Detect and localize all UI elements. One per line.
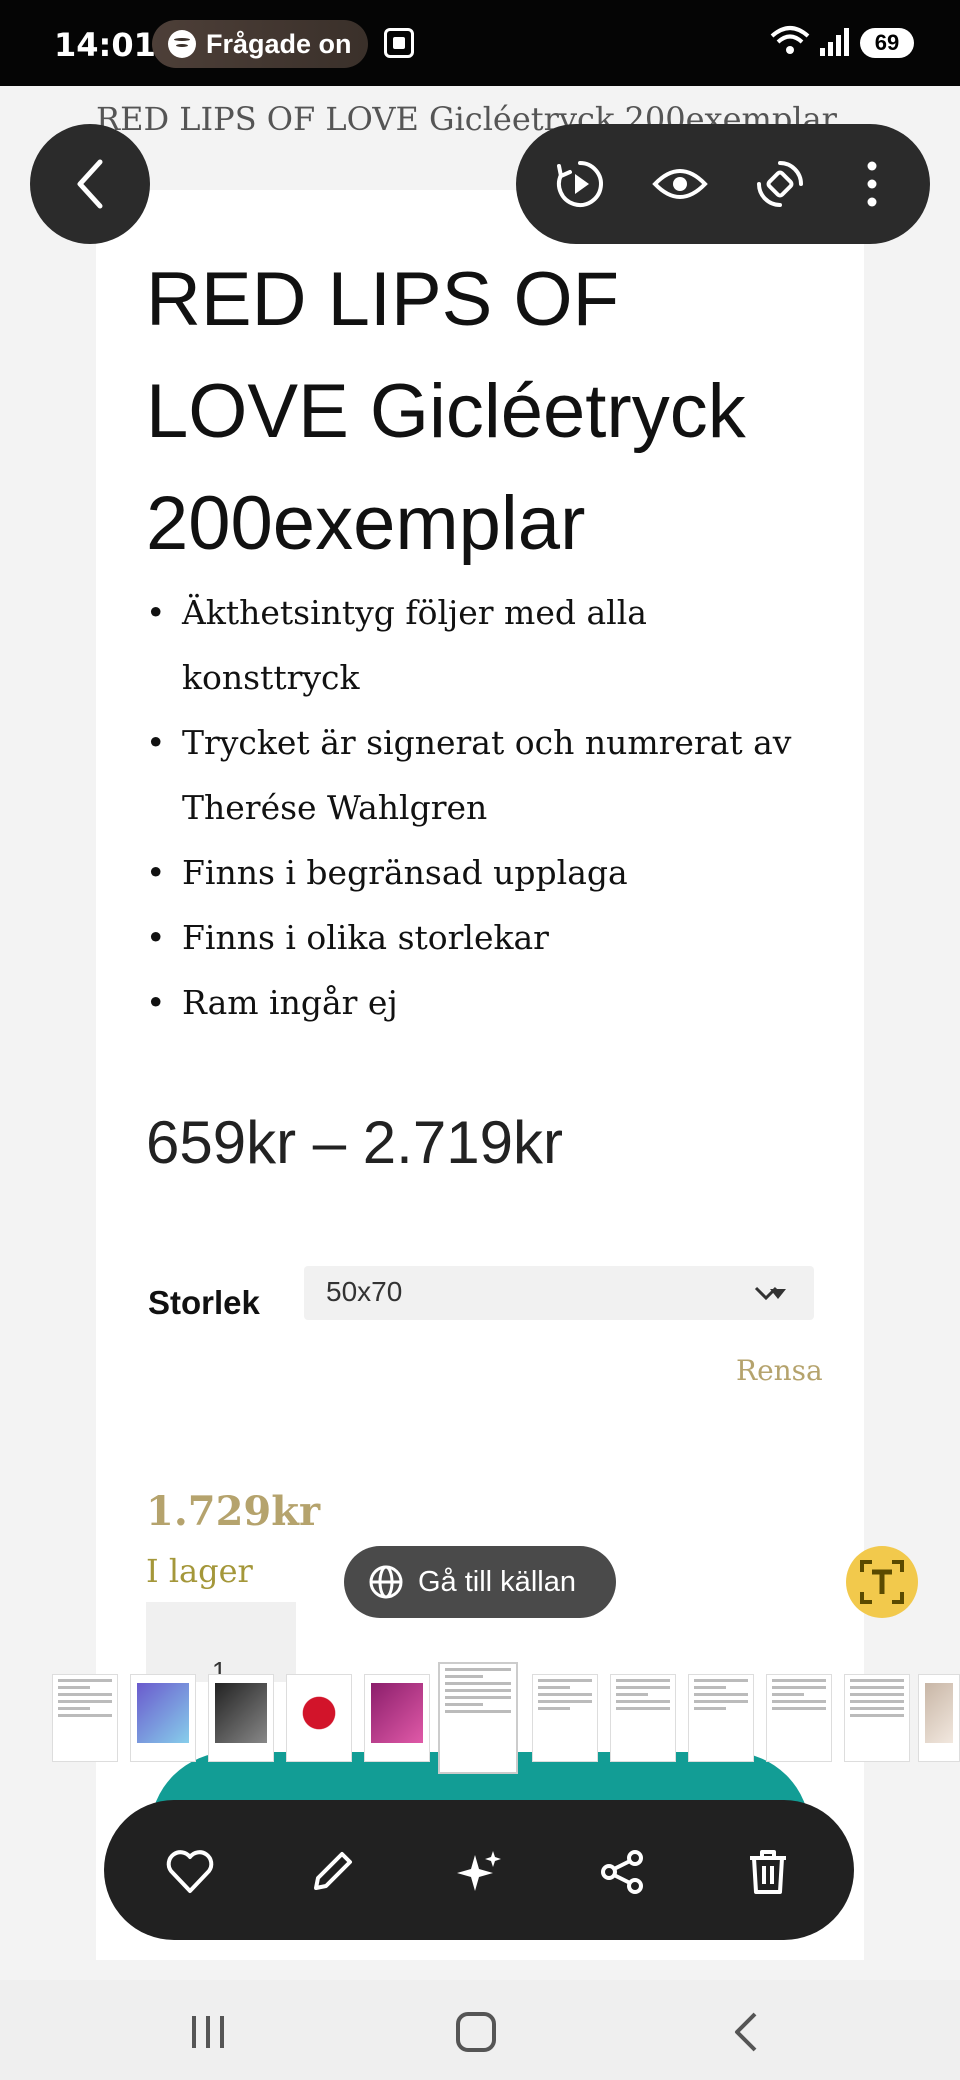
auto-rotate-icon xyxy=(757,161,803,207)
sparkle-icon xyxy=(457,1851,501,1891)
motion-photo-button[interactable] xyxy=(552,156,608,212)
text-extract-icon xyxy=(860,1560,904,1604)
size-select[interactable]: 50x70 xyxy=(304,1266,814,1320)
thumbnail-active[interactable] xyxy=(438,1662,518,1774)
feature-list: Äkthetsintyg följer med alla konsttryck … xyxy=(146,580,826,1035)
chevron-down-icon xyxy=(754,1286,786,1301)
pencil-icon xyxy=(314,1852,352,1890)
feature-item: Ram ingår ej xyxy=(146,970,826,1035)
back-button[interactable] xyxy=(30,124,150,244)
wifi-icon xyxy=(770,26,810,54)
view-button[interactable] xyxy=(652,156,708,212)
back-nav-button[interactable] xyxy=(716,2010,776,2054)
recent-apps-button[interactable] xyxy=(178,2010,238,2054)
heart-icon xyxy=(166,1850,214,1893)
price-range: 659kr – 2.719kr xyxy=(146,1109,563,1176)
thumbnail[interactable] xyxy=(208,1674,274,1762)
status-bar: 14:01 Frågade on 69 xyxy=(0,0,960,86)
home-icon xyxy=(456,2012,496,2052)
home-button[interactable] xyxy=(446,2010,506,2054)
spotify-notification-pill[interactable]: Frågade on xyxy=(152,20,368,68)
ai-edit-button[interactable] xyxy=(452,1844,508,1900)
viewer-actions xyxy=(516,124,930,244)
thumbnail[interactable] xyxy=(364,1674,430,1762)
go-to-source-label: Gå till källan xyxy=(418,1565,576,1598)
share-button[interactable] xyxy=(594,1844,650,1900)
feature-item: Finns i olika storlekar xyxy=(146,905,826,970)
size-label: Storlek xyxy=(148,1284,260,1321)
text-extract-button[interactable] xyxy=(846,1546,918,1618)
auto-rotate-button[interactable] xyxy=(752,156,808,212)
go-to-source-button[interactable]: Gå till källan xyxy=(344,1546,616,1618)
eye-icon xyxy=(652,169,708,199)
clear-selection-link[interactable]: Rensa xyxy=(736,1354,823,1387)
delete-button[interactable] xyxy=(740,1844,796,1900)
trash-icon xyxy=(750,1850,786,1894)
thumbnail[interactable] xyxy=(532,1674,598,1762)
thumbnail[interactable] xyxy=(52,1674,118,1762)
thumbnail[interactable] xyxy=(844,1674,910,1762)
screenshot-icon xyxy=(384,28,414,58)
thumbnail[interactable] xyxy=(918,1674,960,1762)
recent-apps-icon xyxy=(192,2016,224,2048)
feature-item: Finns i begränsad upplaga xyxy=(146,840,826,905)
thumbnail-strip xyxy=(0,1662,960,1774)
thumbnail[interactable] xyxy=(688,1674,754,1762)
back-arrow-icon xyxy=(735,2012,757,2052)
more-vert-icon xyxy=(867,161,877,207)
notification-text: Frågade on xyxy=(206,28,352,59)
thumbnail[interactable] xyxy=(766,1674,832,1762)
spotify-icon xyxy=(168,30,196,58)
thumbnail[interactable] xyxy=(610,1674,676,1762)
more-options-button[interactable] xyxy=(844,156,900,212)
stock-status: I lager xyxy=(146,1552,253,1590)
size-select-value: 50x70 xyxy=(326,1276,403,1307)
share-icon xyxy=(601,1850,643,1894)
signal-icon xyxy=(820,28,849,56)
thumbnail[interactable] xyxy=(286,1674,352,1762)
status-time: 14:01 xyxy=(54,26,156,64)
feature-item: Trycket är signerat och numrerat av Ther… xyxy=(146,710,826,840)
selected-price: 1.729kr xyxy=(146,1488,321,1535)
navigation-bar xyxy=(0,1980,960,2080)
edit-button[interactable] xyxy=(304,1844,360,1900)
chevron-left-icon xyxy=(77,159,103,209)
feature-item: Äkthetsintyg följer med alla konsttryck xyxy=(146,580,826,710)
product-title: RED LIPS OF LOVE Gicléetryck 200exemplar xyxy=(146,257,746,566)
battery-indicator: 69 xyxy=(860,28,914,58)
motion-photo-icon xyxy=(557,161,603,207)
bottom-toolbar xyxy=(104,1800,854,1940)
thumbnail[interactable] xyxy=(130,1674,196,1762)
favorite-button[interactable] xyxy=(162,1844,218,1900)
globe-icon xyxy=(369,1565,403,1599)
